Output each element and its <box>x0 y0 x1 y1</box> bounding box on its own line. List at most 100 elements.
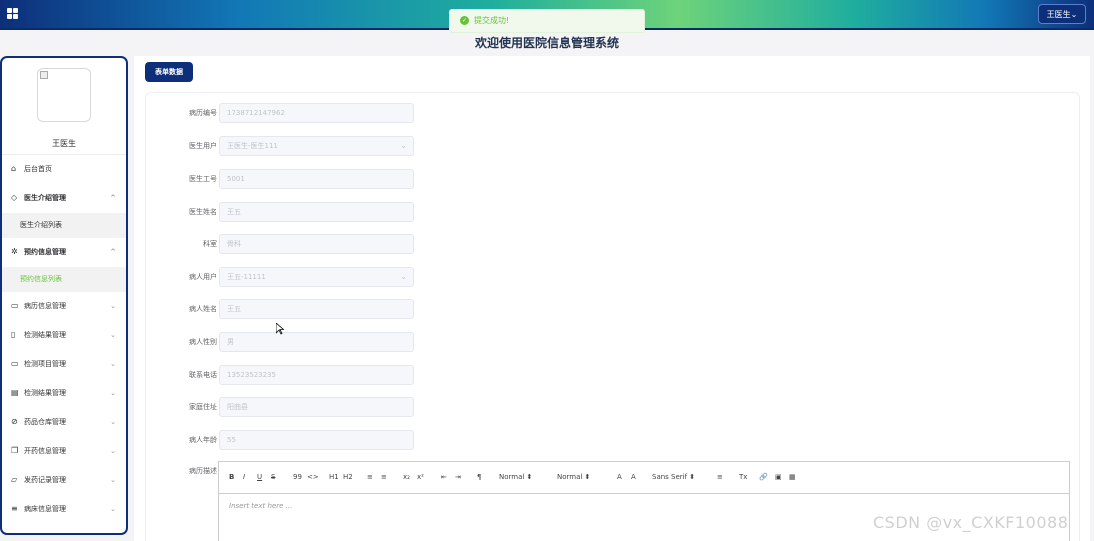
toolbar-button[interactable]: A <box>631 473 636 481</box>
form-value: 王五-11111 <box>227 273 266 281</box>
form-label: 联系电话 <box>189 371 217 379</box>
sidebar-item[interactable]: ✲ 预约信息管理 ^ <box>2 238 126 267</box>
form-input[interactable]: 王五 <box>219 299 414 319</box>
sidebar-item-label: 病床信息管理 <box>24 505 66 513</box>
toolbar-button[interactable]: ≡ <box>367 473 373 481</box>
sidebar-item[interactable]: ▭ 检测项目管理 ⌄ <box>2 350 126 379</box>
form-input[interactable]: 55 <box>219 430 414 450</box>
toolbar-button[interactable]: U <box>257 473 262 481</box>
form-label: 病人姓名 <box>189 305 217 313</box>
toolbar-button[interactable]: Normal ⬍ <box>557 473 590 481</box>
chevron-up-icon: ^ <box>110 194 116 202</box>
toolbar-button[interactable]: 99 <box>293 473 302 481</box>
toolbar-button[interactable]: I <box>243 473 245 481</box>
check-circle-icon: ✓ <box>460 16 469 25</box>
toolbar-button[interactable]: B <box>229 473 234 481</box>
toolbar-button[interactable]: x² <box>417 473 424 481</box>
sidebar-item[interactable]: ▯ 检测结果管理 ⌄ <box>2 321 126 350</box>
form-label: 病历描述 <box>189 467 217 475</box>
form-row: 病人年龄 55 <box>146 430 446 450</box>
form-row: 病人性别 男 <box>146 332 446 352</box>
chevron-up-icon: ^ <box>110 248 116 256</box>
toolbar-button[interactable]: Sans Serif ⬍ <box>652 473 695 481</box>
sidebar-item[interactable]: ▱ 发药记录管理 ⌄ <box>2 466 126 495</box>
form-input[interactable]: 1738712147962 <box>219 103 414 123</box>
form-input[interactable]: 男 <box>219 332 414 352</box>
form-input[interactable]: 阳曲县 <box>219 397 414 417</box>
form-input[interactable]: 王五 <box>219 202 414 222</box>
sidebar-item-label: 药品仓库管理 <box>24 418 66 426</box>
tab-form-data[interactable]: 表单数据 <box>145 62 193 82</box>
form-select[interactable]: 王医生-医生111 ⌄ <box>219 136 414 156</box>
toolbar-button[interactable]: 🔗 <box>759 473 768 481</box>
form-label: 科室 <box>203 240 217 248</box>
form-input[interactable]: 骨科 <box>219 234 414 254</box>
sidebar-item[interactable]: ⌂ 后台首页 <box>2 155 126 184</box>
form-label: 病历编号 <box>189 109 217 117</box>
toast-message: 提交成功! <box>474 16 510 25</box>
sidebar-username: 王医生 <box>52 139 76 148</box>
chevron-down-icon: ⌄ <box>400 272 407 281</box>
mouse-cursor-icon <box>276 323 284 335</box>
sidebar-item[interactable]: ▤ 检测结果管理 ⌄ <box>2 379 126 408</box>
form-row: 病历编号 1738712147962 <box>146 103 446 123</box>
sidebar-item[interactable]: ◇ 医生介绍管理 ^ <box>2 184 126 213</box>
gear-icon: ✲ <box>11 247 18 256</box>
toolbar-button[interactable]: ▣ <box>775 473 782 481</box>
form-value: 1738712147962 <box>227 109 285 117</box>
menu-grid-icon[interactable] <box>7 8 18 19</box>
toolbar-button[interactable]: ≡ <box>381 473 387 481</box>
chevron-down-icon: ⌄ <box>110 476 116 484</box>
toolbar-button[interactable]: ⇥ <box>455 473 461 481</box>
box-icon: ▤ <box>11 388 19 397</box>
form-value: 骨科 <box>227 240 241 248</box>
toolbar-button[interactable]: S <box>271 473 275 481</box>
sidebar-item-label: 开药信息管理 <box>24 447 66 455</box>
form-input[interactable]: 5001 <box>219 169 414 189</box>
toolbar-button[interactable]: A <box>617 473 622 481</box>
chevron-down-icon: ⌄ <box>110 418 116 426</box>
copy-icon: ❐ <box>11 446 19 455</box>
chevron-down-icon: ⌄ <box>400 141 407 150</box>
watermark: CSDN @vx_CXKF10088 <box>873 513 1069 532</box>
sidebar-item[interactable]: ❐ 开药信息管理 ⌄ <box>2 437 126 466</box>
sidebar-nav: ⌂ 后台首页 ◇ 医生介绍管理 ^ 医生介绍列表 ✲ 预约信息管理 ^ 预约信息列表 ▭ 病历信息管理… <box>2 154 126 524</box>
chevron-down-icon: ⌄ <box>110 505 116 513</box>
sidebar-item[interactable]: ⊘ 药品仓库管理 ⌄ <box>2 408 126 437</box>
form-value: 男 <box>227 338 234 346</box>
toolbar-button[interactable]: H2 <box>343 473 353 481</box>
form-select[interactable]: 王五-11111 ⌄ <box>219 267 414 287</box>
toolbar-button[interactable]: ▦ <box>789 473 796 481</box>
toolbar-button[interactable]: Normal ⬍ <box>499 473 532 481</box>
sidebar-item-label: 检测结果管理 <box>24 389 66 397</box>
toolbar-button[interactable]: ≡ <box>717 473 723 481</box>
chevron-down-icon: ⌄ <box>110 302 116 310</box>
sidebar-item[interactable]: ≡ 病床信息管理 ⌄ <box>2 495 126 524</box>
form-row: 家庭住址 阳曲县 <box>146 397 446 417</box>
form-card: 病历描述 病人年龄 55 家庭住址 阳曲县 联系电话 13523523235 病人性别 男 病人姓… <box>145 92 1080 541</box>
toolbar-button[interactable]: x₂ <box>403 473 410 481</box>
paperclip-icon: ⊘ <box>11 417 18 426</box>
toolbar-button[interactable]: ¶ <box>477 473 481 481</box>
inbox-icon: ▭ <box>11 301 19 310</box>
sidebar-subitem[interactable]: 预约信息列表 <box>2 267 126 292</box>
toolbar-button[interactable]: Tx <box>739 473 747 481</box>
sidebar-subitem[interactable]: 医生介绍列表 <box>2 213 126 238</box>
list-icon: ≡ <box>11 504 18 513</box>
user-menu-button[interactable]: 王医生⌄ <box>1038 4 1086 24</box>
form-value: 王五 <box>227 208 241 216</box>
avatar <box>37 68 91 122</box>
form-row: 医生工号 5001 <box>146 169 446 189</box>
sidebar-item[interactable]: ▭ 病历信息管理 ⌄ <box>2 292 126 321</box>
form-row: 联系电话 13523523235 <box>146 365 446 385</box>
form-label: 病人性别 <box>189 338 217 346</box>
form-input[interactable]: 13523523235 <box>219 365 414 385</box>
toolbar-button[interactable]: ⇤ <box>441 473 447 481</box>
sidebar: 王医生 ⌂ 后台首页 ◇ 医生介绍管理 ^ 医生介绍列表 ✲ 预约信息管理 ^ 预约信息列表 ▭ 病历… <box>0 56 128 535</box>
form-row: 科室 骨科 <box>146 234 446 254</box>
sidebar-item-label: 预约信息管理 <box>24 248 66 256</box>
toolbar-button[interactable]: <> <box>307 473 319 481</box>
toolbar-button[interactable]: H1 <box>329 473 339 481</box>
form-row: 病人姓名 王五 <box>146 299 446 319</box>
clipboard-icon: ▯ <box>11 330 16 339</box>
